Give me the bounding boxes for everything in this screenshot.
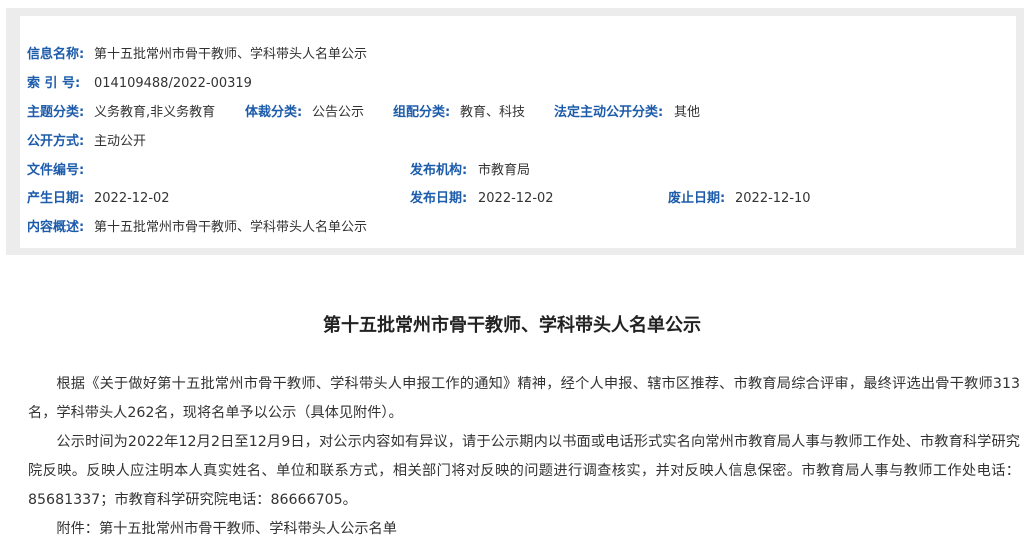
doc-no-label: 文件编号: (27, 163, 85, 178)
article-body: 根据《关于做好第十五批常州市骨干教师、学科带头人申报工作的通知》精神，经个人申报… (28, 370, 1020, 544)
published-value: 2022-12-02 (478, 191, 554, 206)
info-name-value: 第十五批常州市骨干教师、学科带头人名单公示 (94, 47, 368, 62)
legal-value: 其他 (674, 105, 701, 120)
genre-value: 公告公示 (312, 105, 365, 120)
expired-label: 废止日期: (668, 191, 726, 206)
genre-label: 体裁分类: (245, 105, 303, 120)
metadata-table: 信息名称: 第十五批常州市骨干教师、学科带头人名单公示 索 引 号: 01410… (20, 16, 1016, 248)
paragraph-notice-period: 公示时间为2022年12月2日至12月9日，对公示内容如有异议，请于公示期内以书… (28, 434, 1020, 508)
index-no-label: 索 引 号: (27, 76, 81, 91)
index-no-value: 014109488/2022-00319 (94, 76, 252, 91)
summary-label: 内容概述: (27, 220, 85, 235)
attachment-link[interactable]: 附件：第十五批常州市骨干教师、学科带头人公示名单 (28, 515, 1020, 544)
expired-value: 2022-12-10 (735, 191, 811, 206)
paragraph-announcement: 根据《关于做好第十五批常州市骨干教师、学科带头人申报工作的通知》精神，经个人申报… (28, 376, 1020, 421)
publisher-label: 发布机构: (410, 163, 468, 178)
legal-label: 法定主动公开分类: (554, 105, 664, 120)
publisher-value: 市教育局 (478, 163, 531, 178)
summary-value: 第十五批常州市骨干教师、学科带头人名单公示 (94, 220, 368, 235)
created-value: 2022-12-02 (94, 191, 170, 206)
org-value: 教育、科技 (460, 105, 526, 120)
open-mode-label: 公开方式: (27, 134, 85, 149)
org-label: 组配分类: (393, 105, 451, 120)
topic-label: 主题分类: (27, 105, 85, 120)
metadata-panel: 信息名称: 第十五批常州市骨干教师、学科带头人名单公示 索 引 号: 01410… (6, 8, 1024, 255)
article-title: 第十五批常州市骨干教师、学科带头人名单公示 (323, 315, 701, 336)
open-mode-value: 主动公开 (94, 134, 147, 149)
info-name-label: 信息名称: (27, 47, 85, 62)
topic-value: 义务教育,非义务教育 (94, 105, 216, 120)
published-label: 发布日期: (410, 191, 468, 206)
created-label: 产生日期: (27, 191, 85, 206)
